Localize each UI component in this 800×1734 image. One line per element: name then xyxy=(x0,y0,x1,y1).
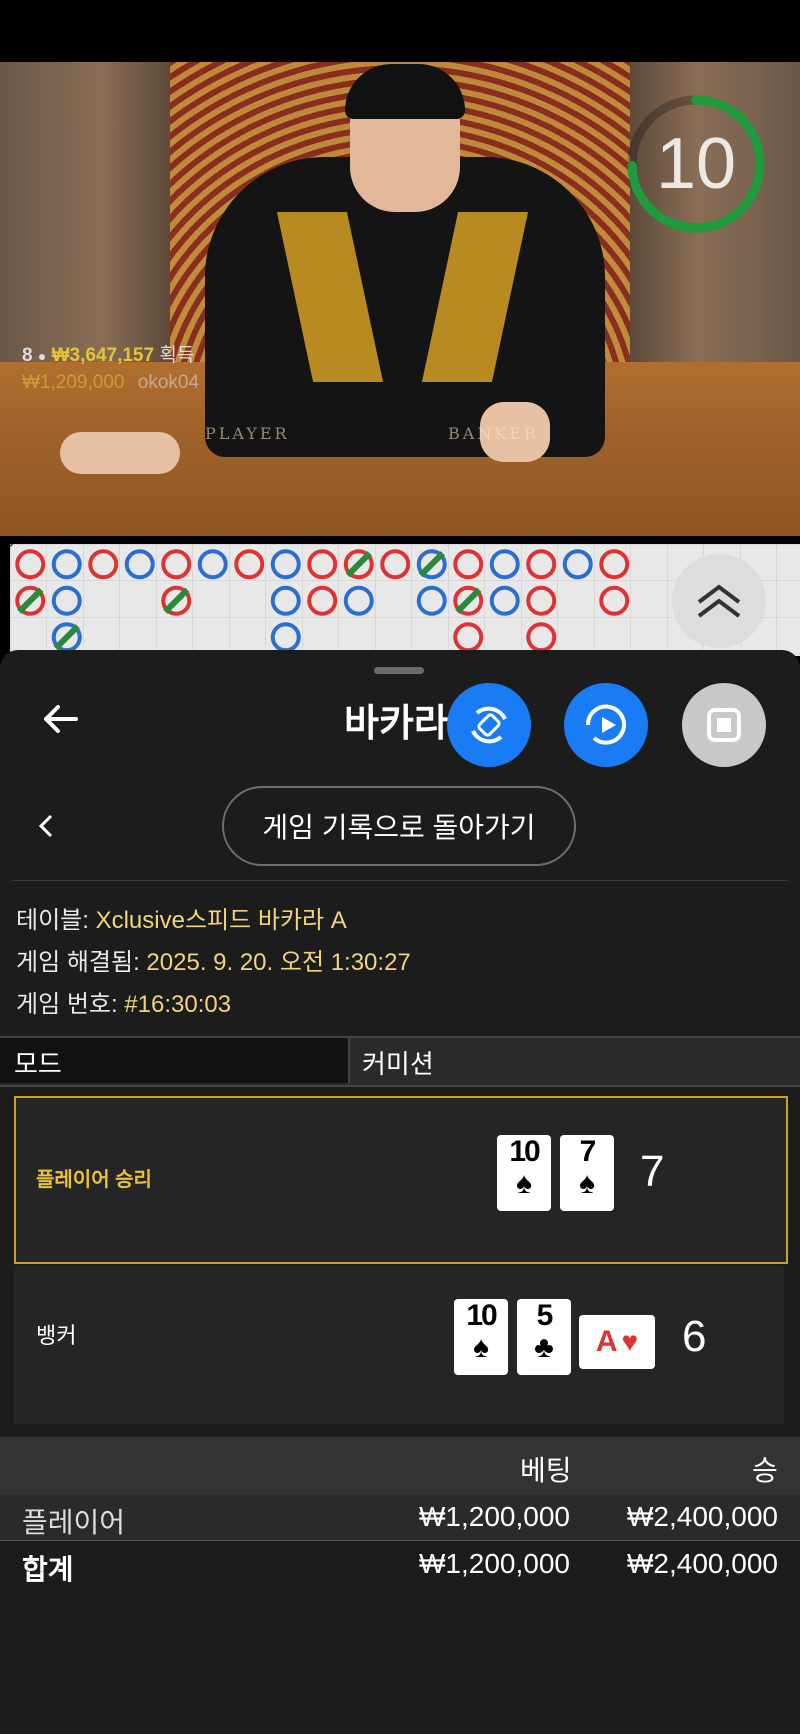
winners-amount: ₩3,647,157 xyxy=(51,345,155,366)
status-bar xyxy=(0,0,800,62)
bets-row-bet: ₩1,200,000 xyxy=(419,1501,570,1532)
felt-player-label: PLAYER xyxy=(205,424,290,443)
sheet-drag-handle[interactable] xyxy=(374,667,424,674)
resolved-value: 2025. 9. 20. 오전 1:30:27 xyxy=(146,949,411,976)
card-suit: ♣ xyxy=(534,1331,554,1364)
card-suit: ♥ xyxy=(621,1326,639,1357)
winners-overlay: 8 ● ₩3,647,157 획득 xyxy=(22,340,194,367)
mode-label: 모드 xyxy=(14,1049,62,1079)
game-number-info: 게임 번호: #16:30:03 xyxy=(16,984,231,1019)
rotate-icon xyxy=(471,706,507,744)
game-number-value: #16:30:03 xyxy=(124,991,232,1018)
card-rank: 10 xyxy=(509,1135,540,1168)
bets-col-win: 승 xyxy=(752,1455,778,1486)
card-suit: ♠ xyxy=(473,1331,489,1364)
divider xyxy=(0,1540,800,1541)
bets-row-name: 플레이어 xyxy=(22,1507,126,1538)
resolved-info: 게임 해결됨: 2025. 9. 20. 오전 1:30:27 xyxy=(16,942,411,977)
back-button[interactable] xyxy=(38,697,82,741)
chevron-left-icon xyxy=(38,814,53,838)
player-card-2: 7 ♠ xyxy=(560,1135,614,1211)
replay-icon xyxy=(585,704,626,745)
player-result-label: 플레이어 승리 xyxy=(36,1169,152,1191)
banker-result xyxy=(14,1266,784,1424)
banker-card-3: A ♥ xyxy=(579,1315,655,1369)
arrow-left-icon xyxy=(44,705,78,733)
resolved-label: 게임 해결됨: xyxy=(16,949,140,976)
expand-road-button[interactable] xyxy=(672,554,766,648)
card-suit: ♠ xyxy=(516,1167,532,1200)
bets-table-header xyxy=(0,1437,800,1495)
bets-total-name: 합계 xyxy=(22,1554,74,1585)
countdown-value: 10 xyxy=(655,124,737,204)
banker-result-label: 뱅커 xyxy=(36,1323,77,1348)
bet-amount: ₩1,209,000 xyxy=(22,372,125,393)
chevron-up-icon xyxy=(697,584,741,618)
game-number-label: 게임 번호: xyxy=(16,991,118,1018)
table-info: 테이블: Xclusive스피드 바카라 A xyxy=(16,900,347,935)
banker-card-2: 5 ♣ xyxy=(517,1299,571,1375)
card-suit: ♠ xyxy=(579,1167,595,1200)
bets-total-bet: ₩1,200,000 xyxy=(419,1548,570,1579)
card-rank: 7 xyxy=(579,1135,597,1168)
felt-banker-label: BANKER xyxy=(448,424,539,443)
winners-count: 8 xyxy=(22,345,33,366)
card-rank: A xyxy=(595,1325,618,1358)
winners-suffix: 획득 xyxy=(159,345,195,366)
prev-button[interactable] xyxy=(30,810,62,842)
rotate-screen-button[interactable] xyxy=(447,683,531,767)
divider xyxy=(12,880,788,881)
stop-button[interactable] xyxy=(682,683,766,767)
user-icon: ● xyxy=(37,348,47,364)
bet-overlay: ₩1,209,000 okok04 xyxy=(22,372,199,394)
mode-value: 커미션 xyxy=(362,1049,434,1079)
bets-total-win: ₩2,400,000 xyxy=(627,1548,778,1579)
bets-col-bet: 베팅 xyxy=(520,1455,572,1486)
dealer-hand xyxy=(60,432,180,474)
card-rank: 5 xyxy=(536,1299,554,1332)
card-rank: 10 xyxy=(466,1299,497,1332)
table-label: 테이블: xyxy=(16,907,89,934)
player-score: 7 xyxy=(640,1147,665,1196)
bets-row-win: ₩2,400,000 xyxy=(627,1501,778,1532)
stop-icon xyxy=(707,708,741,742)
player-card-1: 10 ♠ xyxy=(497,1135,551,1211)
replay-button[interactable] xyxy=(564,683,648,767)
banker-score: 6 xyxy=(682,1312,707,1361)
back-to-history-button[interactable]: 게임 기록으로 돌아가기 xyxy=(222,786,576,866)
page-title: 바카라 xyxy=(344,703,449,745)
banker-card-1: 10 ♠ xyxy=(454,1299,508,1375)
table-value: Xclusive스피드 바카라 A xyxy=(95,907,347,934)
bet-user: okok04 xyxy=(137,372,200,393)
